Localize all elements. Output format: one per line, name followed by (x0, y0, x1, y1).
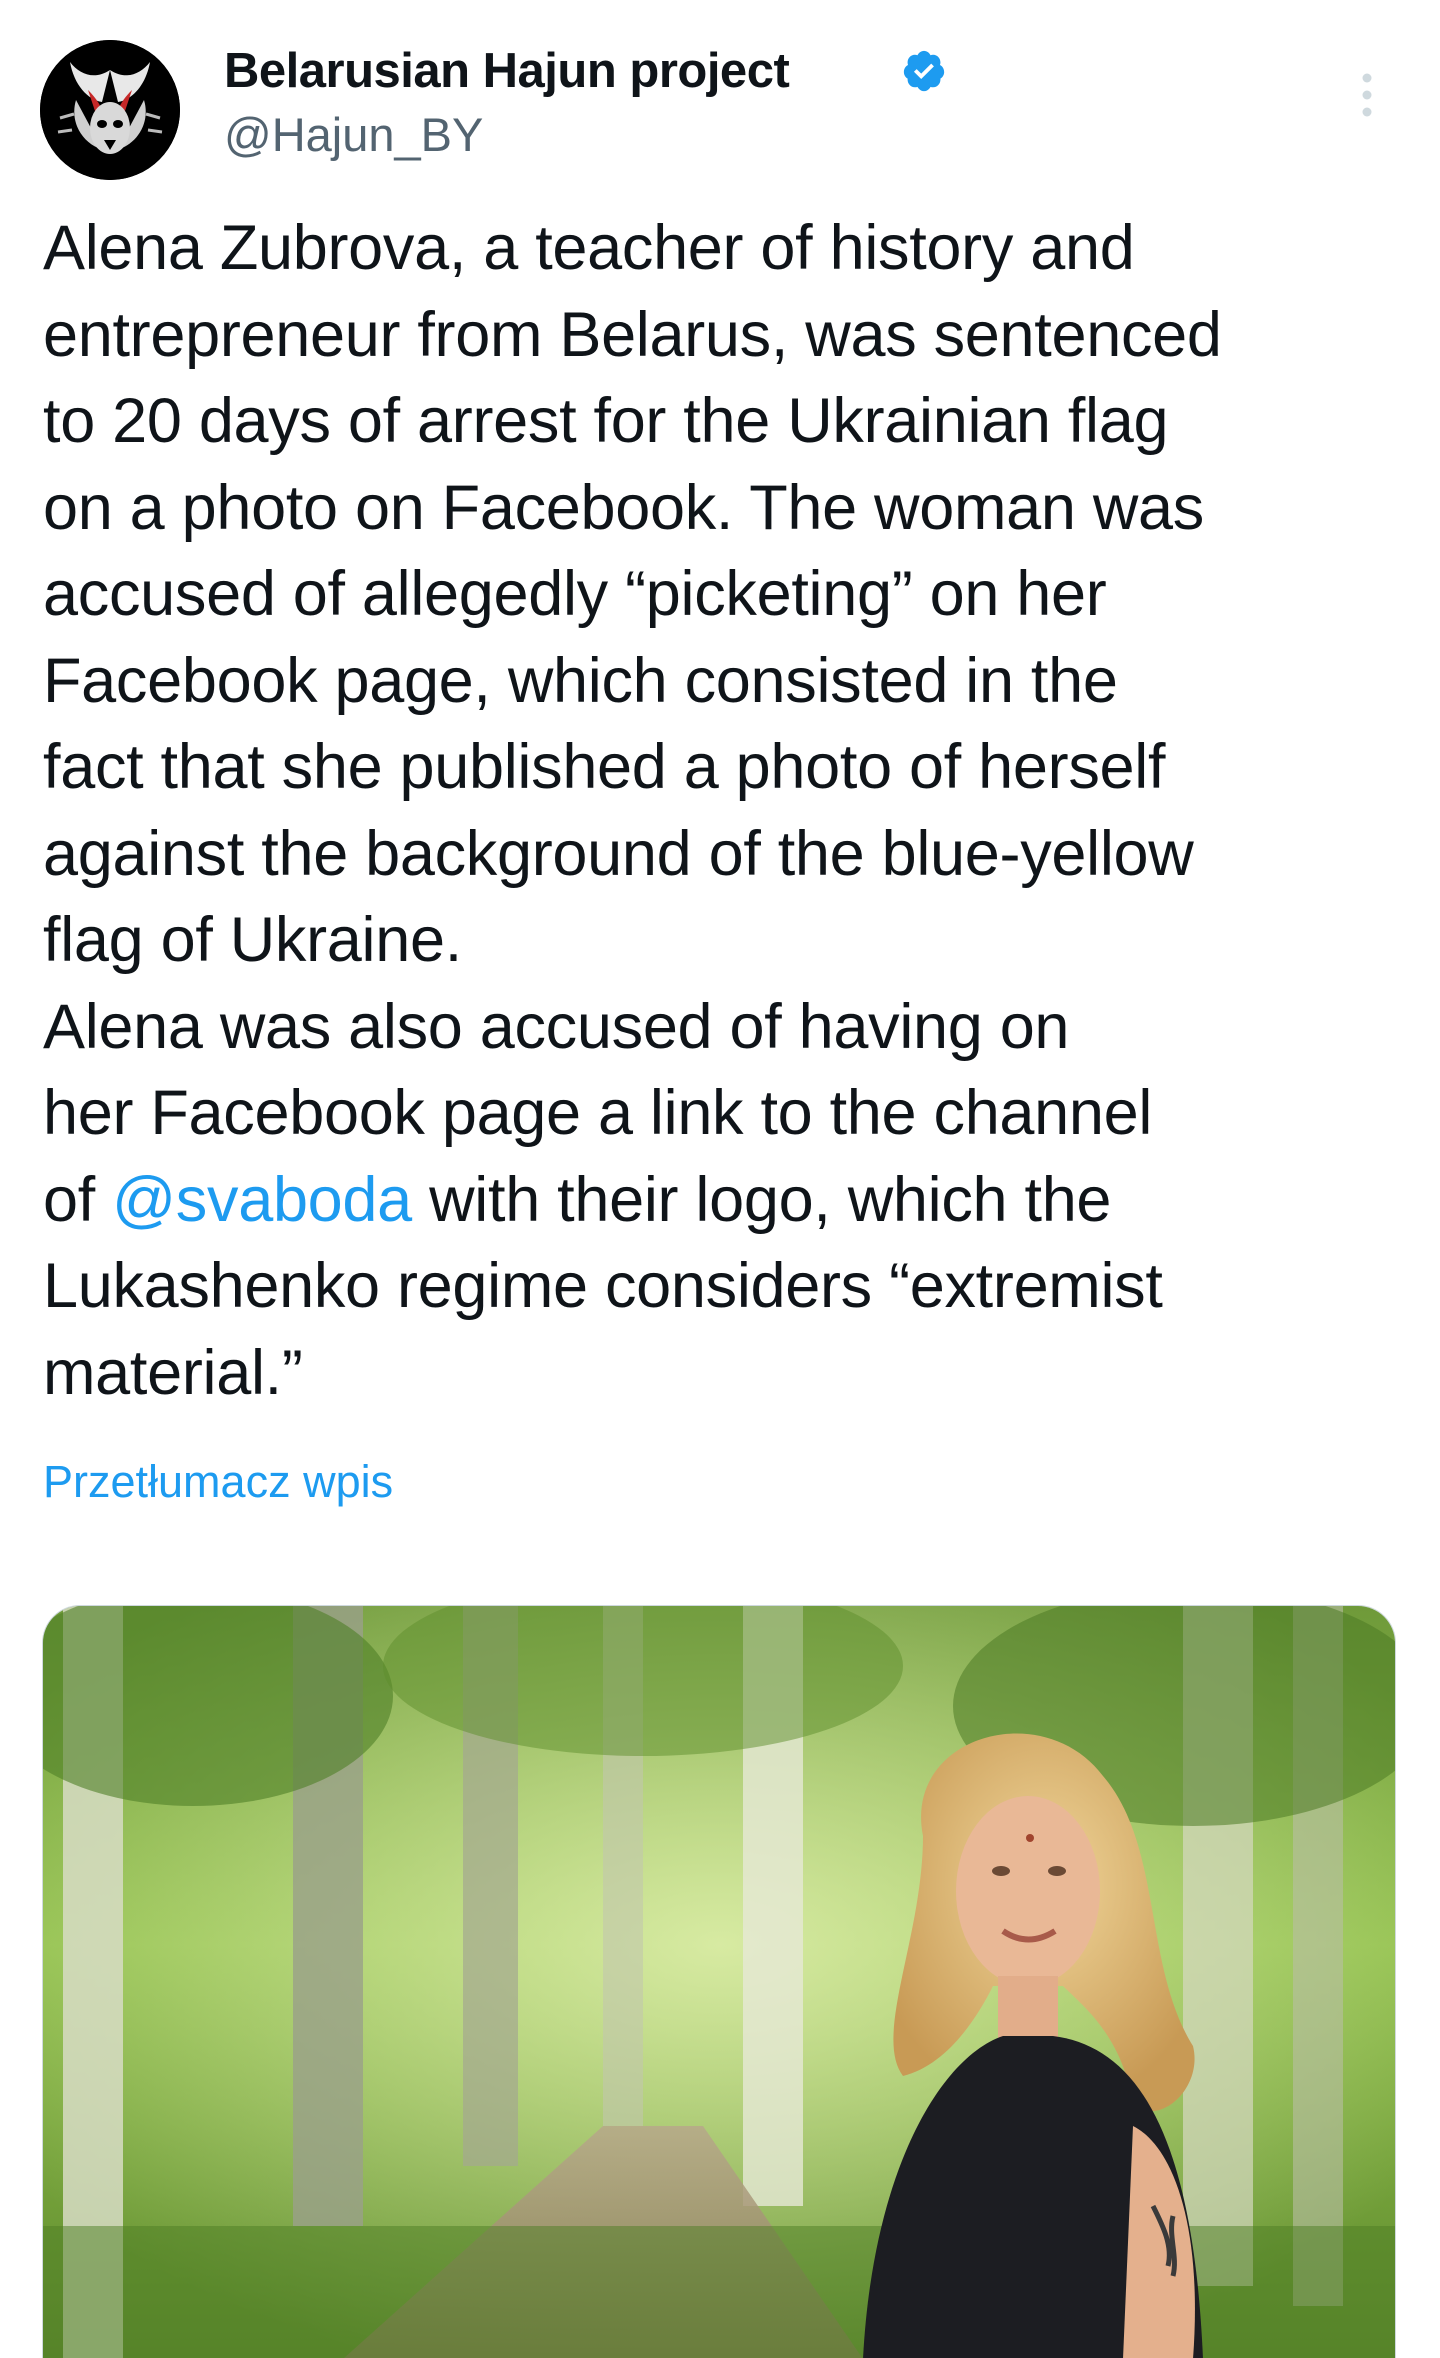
tweet-text-segment: of (43, 1164, 113, 1235)
tweet-line: fact that she published a photo of herse… (43, 732, 1166, 802)
photo-woman-in-park (43, 1606, 1395, 2358)
tweet-line: flag of Ukraine. (43, 905, 462, 975)
tweet-line: Alena Zubrova, a teacher of history and (43, 213, 1135, 283)
tweet-line: on a photo on Facebook. The woman was (43, 472, 1204, 543)
tweet-line: entrepreneur from Belarus, was sentenced (43, 299, 1222, 370)
tweet-line: Facebook page, which consisted in the (43, 645, 1118, 716)
more-options-icon[interactable] (1352, 70, 1382, 120)
author-handle[interactable]: @Hajun_BY (224, 104, 483, 166)
avatar[interactable] (40, 40, 180, 180)
tweet-text: Alena Zubrova, a teacher of history and … (43, 205, 1423, 1416)
tweet-text-segment: with their logo, which the (411, 1164, 1112, 1235)
tweet-photo[interactable] (42, 1605, 1396, 2358)
tweet-line: to 20 days of arrest for the Ukrainian f… (43, 386, 1169, 456)
tweet-line: Lukashenko regime considers “extremist (43, 1251, 1163, 1321)
tweet: Belarusian Hajun project @Hajun_BY Alena… (0, 0, 1440, 2358)
tweet-line-with-mention: of @svaboda with their logo, which the (43, 1157, 1423, 1244)
author-name[interactable]: Belarusian Hajun project (224, 38, 790, 104)
tweet-line: her Facebook page a link to the channel (43, 1078, 1153, 1148)
hajun-logo-icon (40, 40, 180, 180)
tweet-line: against the background of the blue-yello… (43, 818, 1194, 889)
tweet-line: material.” (43, 1337, 303, 1408)
tweet-line: Alena was also accused of having on (43, 991, 1070, 1062)
mention-link[interactable]: @svaboda (112, 1165, 412, 1235)
tweet-line: accused of allegedly “picketing” on her (43, 559, 1107, 629)
verified-badge-icon (901, 48, 947, 94)
translate-post-link[interactable]: Przetłumacz wpis (43, 1452, 393, 1512)
